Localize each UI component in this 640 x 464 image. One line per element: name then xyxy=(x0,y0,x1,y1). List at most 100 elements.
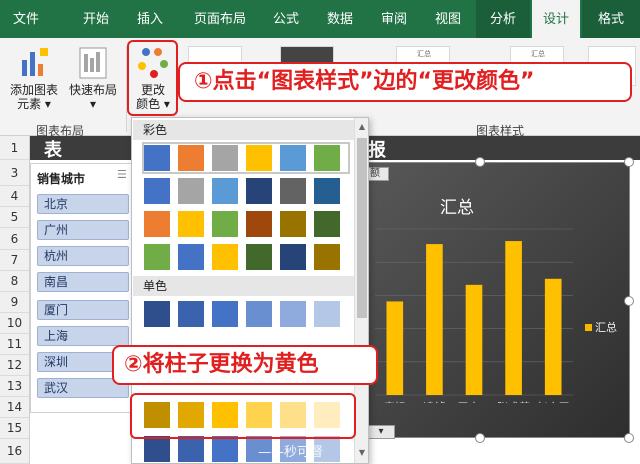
color-swatch[interactable] xyxy=(178,145,204,171)
legend-label: 汇总 xyxy=(595,321,617,334)
color-swatch[interactable] xyxy=(314,145,340,171)
tab-format[interactable]: 格式 xyxy=(582,0,640,38)
row-number[interactable]: 3 xyxy=(0,160,30,186)
color-swatch[interactable] xyxy=(246,145,272,171)
row-number[interactable]: 1 xyxy=(0,136,30,160)
tab-page-layout[interactable]: 页面布局 xyxy=(182,0,258,38)
color-swatch[interactable] xyxy=(280,244,306,270)
add-chart-element-label-2: 元素 ▾ xyxy=(17,97,51,111)
bar-张盛茗[interactable] xyxy=(505,241,522,395)
x-tick-label: 王大刀 xyxy=(458,400,491,403)
annotation-step-1: ①点击“图表样式”边的“更改颜色” xyxy=(178,62,632,102)
bar-赵小平[interactable] xyxy=(544,278,562,395)
color-swatch[interactable] xyxy=(178,244,204,270)
color-swatch[interactable] xyxy=(144,211,170,237)
color-swatch[interactable] xyxy=(178,301,204,327)
add-chart-element-label-1: 添加图表 xyxy=(9,83,58,97)
resize-handle[interactable] xyxy=(475,433,485,443)
slicer-item[interactable]: 广州 xyxy=(37,220,129,240)
axis-field-button[interactable]: ▾ xyxy=(367,425,395,439)
slicer-item[interactable]: 杭州 xyxy=(37,246,129,266)
slicer-title: 销售城市 xyxy=(37,172,86,186)
ribbon-tab-bar: 文件 开始 插入 页面布局 公式 数据 审阅 视图 分析 设计 格式 xyxy=(0,0,640,38)
slicer-item[interactable]: 北京 xyxy=(37,194,129,214)
dropdown-scrollbar[interactable]: ▲ ▼ xyxy=(354,118,368,463)
row-number[interactable]: 13 xyxy=(0,376,30,397)
row-number[interactable]: 9 xyxy=(0,292,30,313)
color-swatch[interactable] xyxy=(280,145,306,171)
highlight-yellow-row xyxy=(130,393,356,439)
color-swatch[interactable] xyxy=(246,244,272,270)
color-swatch[interactable] xyxy=(144,301,170,327)
color-swatch[interactable] xyxy=(212,145,238,171)
color-swatch[interactable] xyxy=(212,436,238,462)
pivot-chart[interactable]: 额 汇总 表姐凌祯王大刀张盛茗赵小平 汇总 ▾ xyxy=(336,162,630,439)
resize-handle[interactable] xyxy=(475,157,485,167)
title-left-char: 表 xyxy=(44,140,62,161)
row-number[interactable]: 6 xyxy=(0,228,30,250)
color-swatch[interactable] xyxy=(280,301,306,327)
color-swatch[interactable] xyxy=(178,178,204,204)
tab-file[interactable]: 文件 xyxy=(0,0,52,38)
quick-layout-button[interactable]: 快速布局 ▾ xyxy=(64,46,122,111)
color-swatch[interactable] xyxy=(314,178,340,204)
tab-analyze[interactable]: 分析 xyxy=(476,0,530,38)
color-swatch[interactable] xyxy=(144,244,170,270)
tab-view[interactable]: 视图 xyxy=(424,0,472,38)
tab-home[interactable]: 开始 xyxy=(70,0,122,38)
tab-formulas[interactable]: 公式 xyxy=(262,0,310,38)
color-swatch[interactable] xyxy=(314,301,340,327)
color-swatch[interactable] xyxy=(280,211,306,237)
x-tick-label: 张盛茗 xyxy=(497,400,530,403)
color-swatch[interactable] xyxy=(314,244,340,270)
tab-review[interactable]: 审阅 xyxy=(370,0,418,38)
slicer-item[interactable]: 厦门 xyxy=(37,300,129,320)
row-number[interactable]: 16 xyxy=(0,439,30,464)
quick-layout-arrow: ▾ xyxy=(89,97,97,111)
resize-handle[interactable] xyxy=(624,433,634,443)
color-swatch[interactable] xyxy=(280,178,306,204)
scroll-up-icon[interactable]: ▲ xyxy=(355,120,369,134)
tab-insert[interactable]: 插入 xyxy=(124,0,176,38)
chart-legend[interactable]: 汇总 xyxy=(585,319,617,335)
bar-凌祯[interactable] xyxy=(426,244,443,395)
color-swatch[interactable] xyxy=(178,211,204,237)
thumb-title: 汇总 xyxy=(417,50,431,58)
row-number[interactable]: 10 xyxy=(0,313,30,334)
color-swatch[interactable] xyxy=(246,178,272,204)
color-swatch[interactable] xyxy=(144,436,170,462)
annotation-step-2: ②将柱子更换为黄色 xyxy=(112,345,378,385)
section-mono: 单色 xyxy=(133,276,355,296)
row-number[interactable]: 12 xyxy=(0,355,30,376)
color-swatch[interactable] xyxy=(212,301,238,327)
color-swatch[interactable] xyxy=(212,178,238,204)
color-swatch[interactable] xyxy=(144,145,170,171)
resize-handle[interactable] xyxy=(624,157,634,167)
tab-design[interactable]: 设计 xyxy=(532,0,580,38)
color-swatch[interactable] xyxy=(144,178,170,204)
row-number[interactable]: 11 xyxy=(0,334,30,355)
bar-表姐[interactable] xyxy=(386,301,404,395)
row-number[interactable]: 14 xyxy=(0,397,30,418)
color-swatch[interactable] xyxy=(212,244,238,270)
color-swatch[interactable] xyxy=(178,436,204,462)
row-number[interactable]: 4 xyxy=(0,186,30,207)
slicer-item[interactable]: 南昌 xyxy=(37,272,129,292)
tab-data[interactable]: 数据 xyxy=(316,0,364,38)
color-swatch[interactable] xyxy=(246,301,272,327)
row-number[interactable]: 5 xyxy=(0,207,30,228)
resize-handle[interactable] xyxy=(624,296,634,306)
color-swatch[interactable] xyxy=(212,211,238,237)
row-number[interactable]: 7 xyxy=(0,250,30,271)
scroll-thumb[interactable] xyxy=(357,138,367,318)
color-swatch[interactable] xyxy=(246,211,272,237)
slicer-item[interactable]: 上海 xyxy=(37,326,129,346)
add-chart-element-button[interactable]: 添加图表 元素 ▾ xyxy=(4,46,64,111)
row-number[interactable]: 15 xyxy=(0,418,30,439)
multi-select-icon[interactable]: ☰ xyxy=(117,168,127,181)
row-number[interactable]: 8 xyxy=(0,271,30,292)
color-swatch[interactable] xyxy=(314,211,340,237)
scroll-down-icon[interactable]: ▼ xyxy=(355,446,369,460)
bar-王大刀[interactable] xyxy=(465,284,483,395)
quick-layout-icon xyxy=(79,47,107,79)
